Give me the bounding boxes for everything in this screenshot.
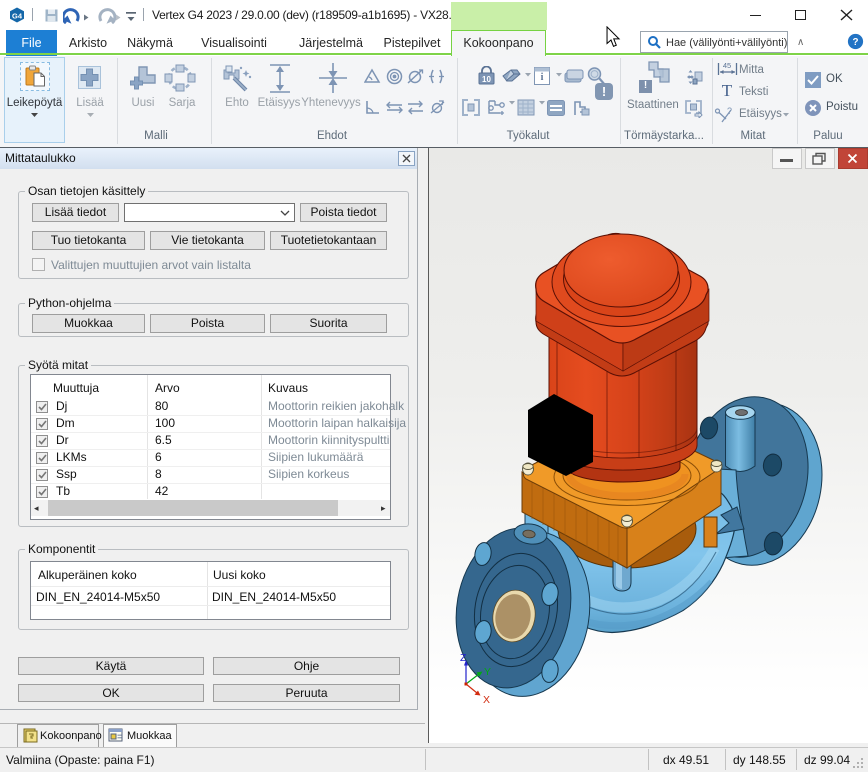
svg-text:X: X	[483, 694, 490, 706]
svg-text:G4: G4	[12, 11, 23, 20]
svg-text:i: i	[541, 72, 544, 83]
svg-text:?: ?	[727, 106, 732, 116]
svg-text:Z: Z	[460, 652, 467, 664]
svg-text:?: ?	[852, 37, 858, 48]
svg-text:Y: Y	[484, 666, 491, 678]
svg-text:10: 10	[482, 75, 491, 84]
svg-text:45: 45	[723, 61, 731, 70]
